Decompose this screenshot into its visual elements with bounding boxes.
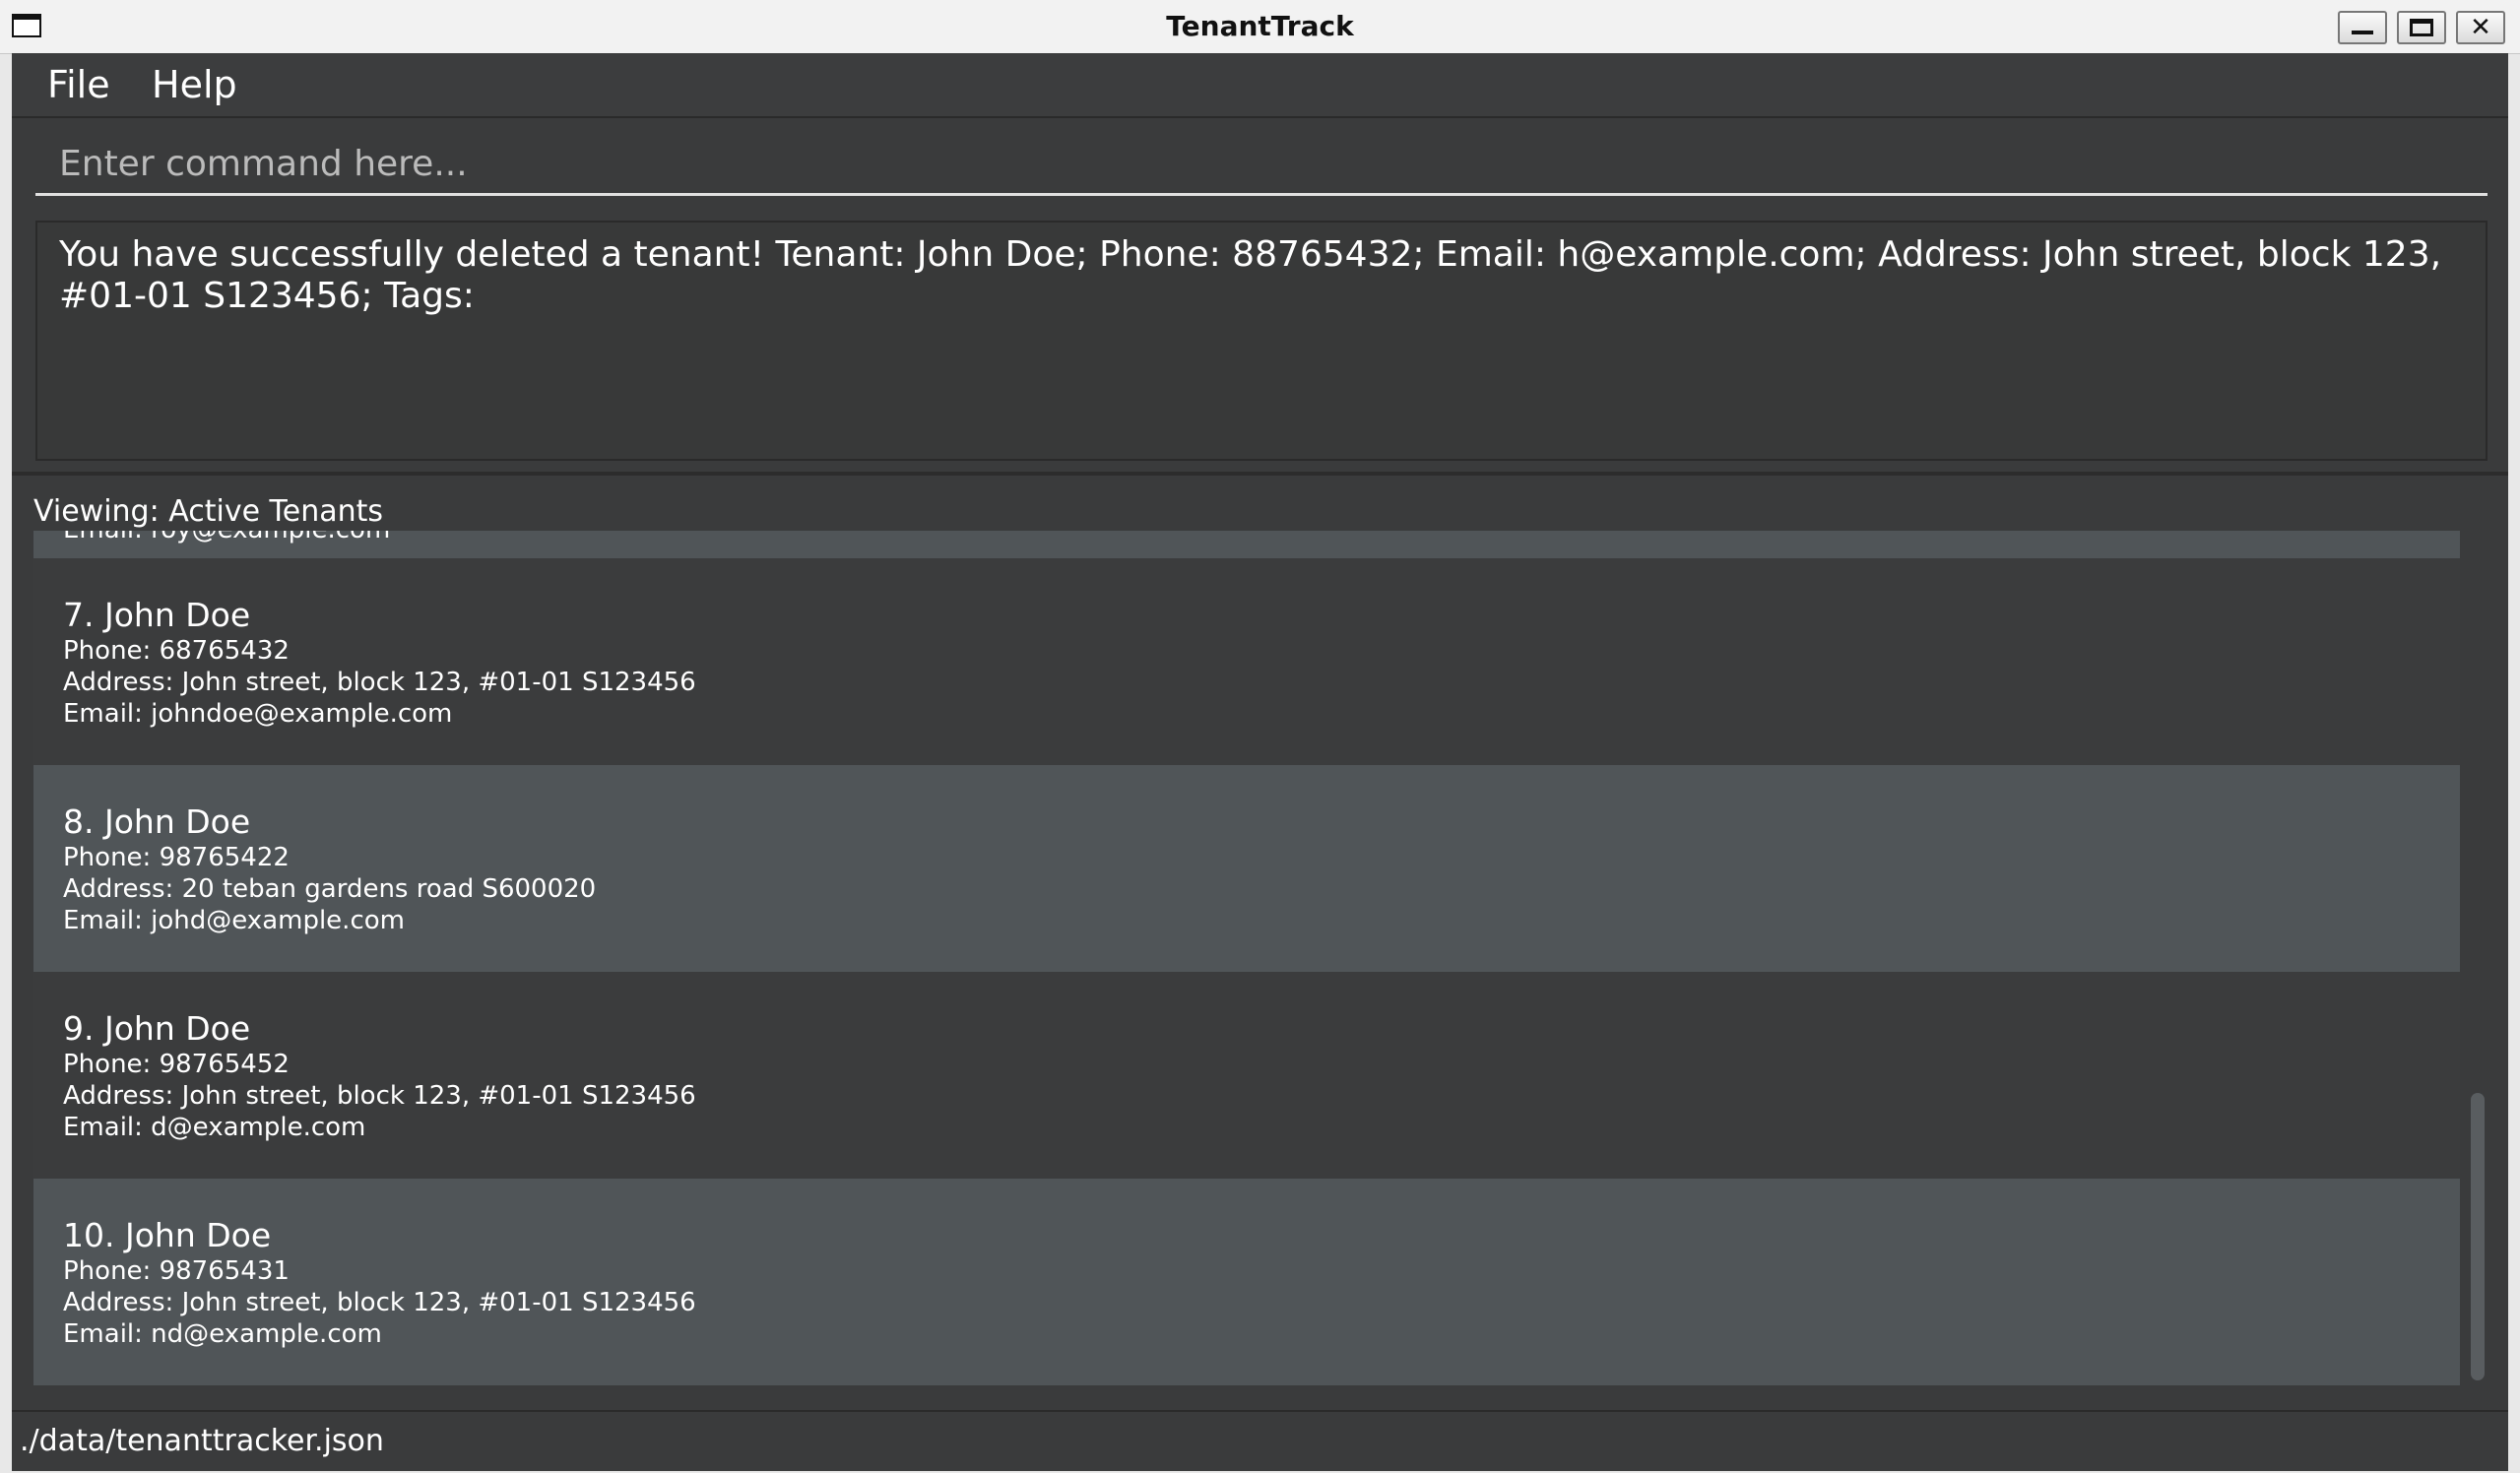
list-scrollbar-thumb[interactable] <box>2471 1093 2485 1380</box>
tenant-address: Address: John street, block 123, #01-01 … <box>63 1081 696 1111</box>
tenant-email: Email: johndoe@example.com <box>63 699 453 729</box>
tenant-name: John Doe <box>104 802 251 841</box>
menu-help[interactable]: Help <box>152 63 237 106</box>
tenant-name-row: 9. John Doe <box>63 1009 2430 1049</box>
tenant-email: Email: johd@example.com <box>63 906 405 935</box>
menu-bar: File Help <box>12 53 2508 118</box>
tenant-index: 8. <box>63 802 95 841</box>
tenant-name-row: 10. John Doe <box>63 1216 2430 1255</box>
minimize-icon <box>2352 31 2373 34</box>
list-item[interactable]: 8. John Doe Phone: 98765422 Address: 20 … <box>33 765 2460 972</box>
tenant-phone: Phone: 98765422 <box>63 843 290 872</box>
tenant-email: Email: nd@example.com <box>63 1319 382 1349</box>
minimize-button[interactable] <box>2338 11 2387 44</box>
tenant-phone: Phone: 98765431 <box>63 1256 290 1286</box>
command-box <box>35 134 2488 196</box>
list-item[interactable]: 7. John Doe Phone: 68765432 Address: Joh… <box>33 558 2460 765</box>
tenant-address: Address: John street, block 123, #01-01 … <box>63 668 696 697</box>
tenant-phone: Phone: 68765432 <box>63 636 290 666</box>
tenant-name: John Doe <box>104 1009 251 1048</box>
status-bar: ./data/tenanttracker.json <box>12 1410 2508 1471</box>
close-icon: ✕ <box>2470 13 2491 42</box>
viewing-label: Viewing: Active Tenants <box>33 494 384 529</box>
tenant-email: Email: roy@example.com <box>63 531 390 544</box>
list-item-partial[interactable]: Email: roy@example.com <box>33 531 2460 558</box>
tenant-email: Email: d@example.com <box>63 1113 366 1142</box>
tenant-name-row: 7. John Doe <box>63 596 2430 635</box>
section-divider <box>12 472 2508 476</box>
tenant-index: 7. <box>63 596 95 634</box>
tenant-index: 9. <box>63 1009 95 1048</box>
menu-file[interactable]: File <box>47 63 110 106</box>
command-input[interactable] <box>35 134 2488 193</box>
tenant-address: Address: John street, block 123, #01-01 … <box>63 1288 696 1317</box>
tenant-name: John Doe <box>104 596 251 634</box>
result-display: You have successfully deleted a tenant! … <box>35 221 2488 461</box>
tenant-phone: Phone: 98765452 <box>63 1050 290 1079</box>
tenant-address: Address: 20 teban gardens road S600020 <box>63 874 597 904</box>
maximize-icon <box>2410 19 2433 36</box>
app-window: File Help You have successfully deleted … <box>12 53 2508 1471</box>
close-button[interactable]: ✕ <box>2456 11 2505 44</box>
tenant-list[interactable]: Email: roy@example.com 7. John Doe Phone… <box>33 531 2460 1389</box>
window-title-bar: TenantTrack ✕ <box>0 0 2520 54</box>
list-item[interactable]: 9. John Doe Phone: 98765452 Address: Joh… <box>33 972 2460 1179</box>
tenant-name-row: 8. John Doe <box>63 802 2430 842</box>
list-item[interactable]: 10. John Doe Phone: 98765431 Address: Jo… <box>33 1179 2460 1385</box>
save-file-path: ./data/tenanttracker.json <box>20 1424 384 1458</box>
maximize-button[interactable] <box>2397 11 2446 44</box>
window-title: TenantTrack <box>1166 10 1354 42</box>
tenant-index: 10. <box>63 1216 115 1254</box>
tenant-name: John Doe <box>124 1216 272 1254</box>
